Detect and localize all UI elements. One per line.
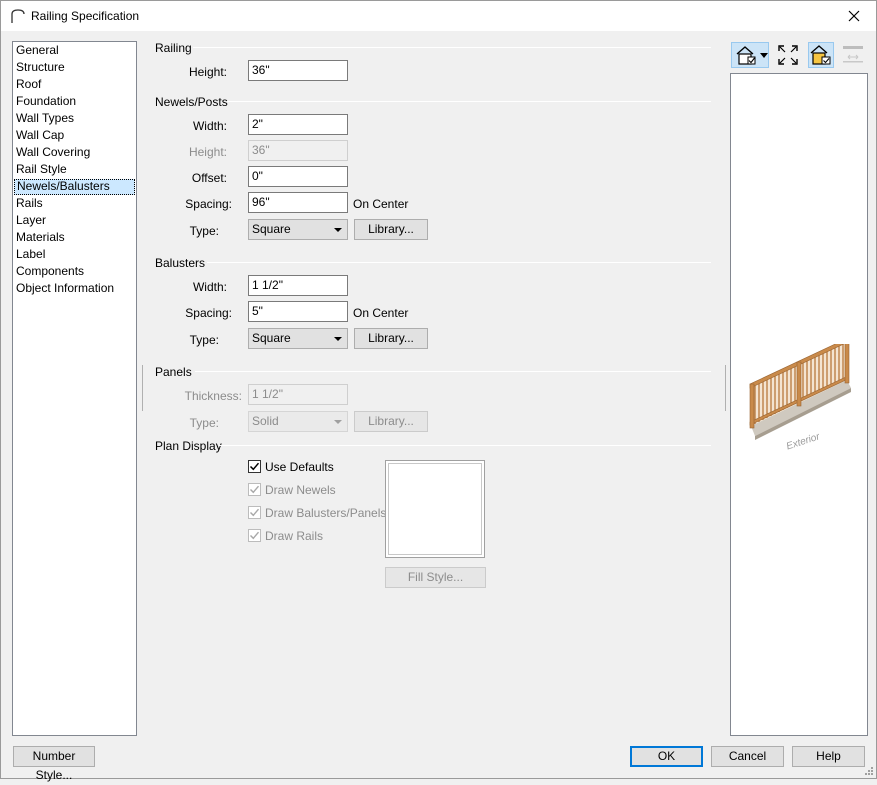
window-title: Railing Specification <box>31 9 140 23</box>
nav-item-structure[interactable]: Structure <box>14 60 135 76</box>
baluster-spacing-label: Spacing: <box>185 306 232 320</box>
newel-width-label: Width: <box>192 119 227 133</box>
balusters-divider <box>207 262 711 263</box>
draw-newels-checkbox[interactable] <box>248 483 261 496</box>
number-style-button[interactable]: Number Style... <box>13 746 95 782</box>
nav-item-wall-covering[interactable]: Wall Covering <box>14 145 135 161</box>
baluster-type-select[interactable]: Square <box>248 328 348 349</box>
chevron-down-icon <box>334 420 342 424</box>
draw-balusters-checkbox[interactable] <box>248 506 261 519</box>
cancel-button[interactable]: Cancel <box>711 746 784 767</box>
panels-left-mark <box>142 365 143 411</box>
ok-button[interactable]: OK <box>630 746 703 767</box>
newel-spacing-label: Spacing: <box>185 197 232 211</box>
railing-height-input[interactable]: 36" <box>248 60 348 81</box>
nav-item-object-information[interactable]: Object Information <box>14 281 135 297</box>
baluster-width-label: Width: <box>192 280 227 294</box>
railing-3d-preview[interactable]: Exterior <box>730 73 868 736</box>
use-defaults-checkbox[interactable] <box>248 460 261 473</box>
panels-divider <box>195 371 711 372</box>
close-button[interactable] <box>832 1 876 31</box>
baluster-library-button[interactable]: Library... <box>354 328 428 349</box>
panel-thickness-input[interactable]: 1 1/2" <box>248 384 348 405</box>
house-view-icon <box>736 46 756 65</box>
nav-item-layer[interactable]: Layer <box>14 213 135 229</box>
draw-balusters-label: Draw Balusters/Panels <box>265 506 387 520</box>
railing-height-label: Height: <box>188 65 227 79</box>
newel-offset-label: Offset: <box>191 171 227 185</box>
fill-window-button[interactable] <box>775 42 801 68</box>
baluster-type-label: Type: <box>189 333 219 347</box>
chevron-down-icon <box>334 228 342 232</box>
balusters-section-title: Balusters <box>155 256 206 270</box>
newel-height-label: Height: <box>188 145 227 159</box>
reverse-icon <box>843 46 863 63</box>
railing-app-icon <box>11 9 25 23</box>
baluster-spacing-suffix: On Center <box>353 306 409 320</box>
draw-rails-checkbox[interactable] <box>248 529 261 542</box>
help-button[interactable]: Help <box>792 746 865 767</box>
panel-type-label: Type: <box>189 416 219 430</box>
checkmark-icon <box>250 508 260 517</box>
reverse-sides-button[interactable] <box>841 42 867 68</box>
railing-section-title: Railing <box>155 41 192 55</box>
nav-item-rails[interactable]: Rails <box>14 196 135 212</box>
newels-divider <box>227 101 711 102</box>
category-list[interactable]: General Structure Roof Foundation Wall T… <box>12 41 137 736</box>
title-bar: Railing Specification <box>1 1 876 31</box>
panel-library-button[interactable]: Library... <box>354 411 428 432</box>
fill-window-icon <box>778 45 798 65</box>
newel-offset-input[interactable]: 0" <box>248 166 348 187</box>
nav-item-foundation[interactable]: Foundation <box>14 94 135 110</box>
chevron-down-icon <box>334 337 342 341</box>
panels-section-title: Panels <box>155 365 192 379</box>
plan-display-section-title: Plan Display <box>155 439 222 453</box>
nav-item-materials[interactable]: Materials <box>14 230 135 246</box>
fill-swatch <box>385 460 485 558</box>
nav-item-rail-style[interactable]: Rail Style <box>14 162 135 178</box>
use-defaults-label: Use Defaults <box>265 460 334 474</box>
newel-height-input[interactable]: 36" <box>248 140 348 161</box>
panels-right-mark <box>725 365 726 411</box>
draw-rails-label: Draw Rails <box>265 529 324 543</box>
newel-type-label: Type: <box>189 224 219 238</box>
checkmark-icon <box>250 485 260 494</box>
baluster-spacing-input[interactable]: 5" <box>248 301 348 322</box>
railing-specification-dialog: Railing Specification General Structure … <box>0 0 877 782</box>
nav-item-wall-types[interactable]: Wall Types <box>14 111 135 127</box>
newel-type-select[interactable]: Square <box>248 219 348 240</box>
exterior-house-icon <box>810 45 831 65</box>
newel-width-input[interactable]: 2" <box>248 114 348 135</box>
nav-item-newels-balusters[interactable]: Newels/Balusters <box>14 179 135 195</box>
checkmark-icon <box>250 531 260 540</box>
fill-style-button[interactable]: Fill Style... <box>385 567 486 588</box>
chevron-down-icon <box>760 53 768 58</box>
baluster-type-value: Square <box>252 331 291 345</box>
newels-section-title: Newels/Posts <box>155 95 228 109</box>
nav-item-roof[interactable]: Roof <box>14 77 135 93</box>
newel-library-button[interactable]: Library... <box>354 219 428 240</box>
nav-item-label[interactable]: Label <box>14 247 135 263</box>
newel-spacing-input[interactable]: 96" <box>248 192 348 213</box>
checkmark-icon <box>249 462 260 471</box>
newel-spacing-suffix: On Center <box>353 197 409 211</box>
close-icon <box>848 10 860 22</box>
panel-type-select[interactable]: Solid <box>248 411 348 432</box>
plan-display-divider <box>219 445 711 446</box>
nav-item-components[interactable]: Components <box>14 264 135 280</box>
resize-grip-icon[interactable] <box>864 766 874 776</box>
newel-type-value: Square <box>252 222 291 236</box>
draw-newels-label: Draw Newels <box>265 483 336 497</box>
nav-item-general[interactable]: General <box>14 43 135 59</box>
view-type-dropdown-button[interactable] <box>731 42 769 68</box>
baluster-width-input[interactable]: 1 1/2" <box>248 275 348 296</box>
panel-type-value: Solid <box>252 414 279 428</box>
nav-item-wall-cap[interactable]: Wall Cap <box>14 128 135 144</box>
railing-preview-image <box>749 344 851 440</box>
fill-swatch-inner <box>388 463 482 555</box>
panel-thickness-label: Thickness: <box>184 389 242 403</box>
show-exterior-toggle[interactable] <box>808 42 834 68</box>
railing-divider <box>193 47 711 48</box>
